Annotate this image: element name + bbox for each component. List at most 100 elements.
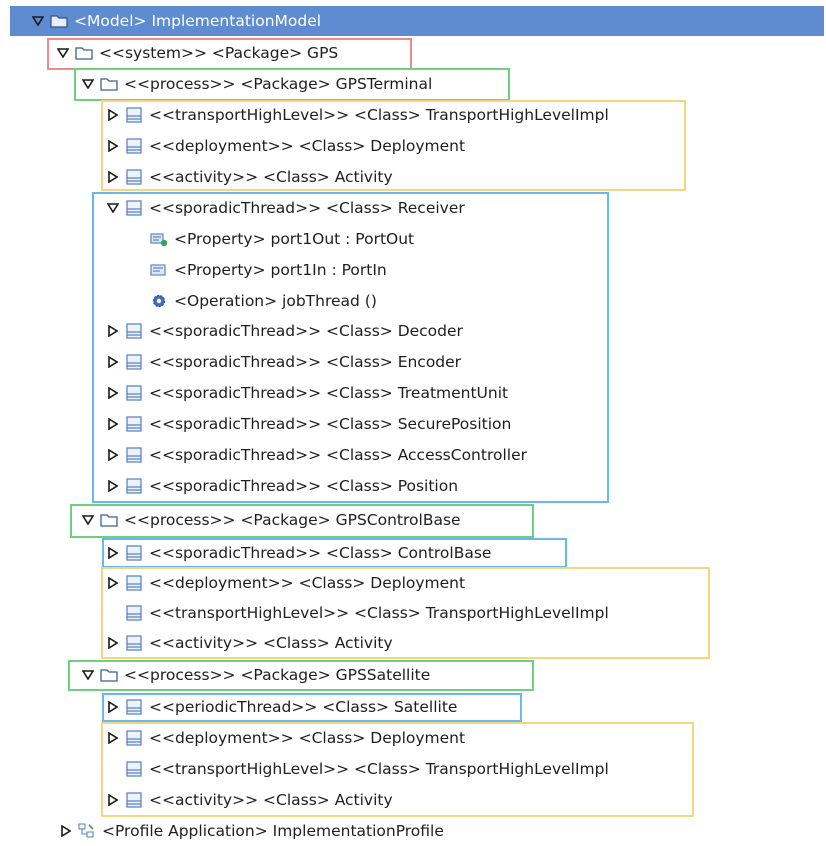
class-icon	[125, 416, 143, 432]
tree-item-class-activity-terminal[interactable]: <<activity>> <Class> Activity	[105, 162, 393, 192]
tree-item-label: <<transportHighLevel>> <Class> Transport…	[149, 604, 609, 622]
class-icon	[125, 200, 143, 216]
tree-item-label: <Operation> jobThread ()	[174, 292, 377, 310]
class-icon	[125, 792, 143, 808]
tree-item-class-transport-satellite[interactable]: <<transportHighLevel>> <Class> Transport…	[105, 754, 609, 784]
collapse-arrow-icon[interactable]	[80, 512, 96, 528]
expand-arrow-icon[interactable]	[105, 447, 121, 463]
expand-arrow-icon[interactable]	[105, 478, 121, 494]
tree-item-profile-application[interactable]: <Profile Application> ImplementationProf…	[58, 816, 444, 846]
tree-item-package-gpscontrolbase[interactable]: <<process>> <Package> GPSControlBase	[80, 505, 461, 535]
property-in-icon	[150, 262, 168, 278]
expand-arrow-icon[interactable]	[105, 354, 121, 370]
tree-item-label: <<sporadicThread>> <Class> SecurePositio…	[149, 415, 512, 433]
tree-item-class-satellite[interactable]: <<periodicThread>> <Class> Satellite	[105, 692, 457, 722]
tree-item-label: <<sporadicThread>> <Class> Position	[149, 477, 459, 495]
tree-item-package-gps[interactable]: <<system>> <Package> GPS	[55, 38, 338, 68]
expand-arrow-icon[interactable]	[105, 699, 121, 715]
class-icon	[125, 575, 143, 591]
tree-item-label: <<deployment>> <Class> Deployment	[149, 729, 466, 747]
tree-item-class-encoder[interactable]: <<sporadicThread>> <Class> Encoder	[105, 347, 461, 377]
tree-item-label: <<sporadicThread>> <Class> Decoder	[149, 322, 463, 340]
folder-icon	[75, 45, 93, 61]
class-icon	[125, 605, 143, 621]
class-icon	[125, 730, 143, 746]
profile-application-icon	[78, 823, 96, 839]
class-icon	[125, 323, 143, 339]
tree-item-class-transport-terminal[interactable]: <<transportHighLevel>> <Class> Transport…	[105, 100, 609, 130]
model-folder-icon	[50, 13, 68, 29]
tree-item-label: <<sporadicThread>> <Class> ControlBase	[149, 544, 492, 562]
class-icon	[125, 385, 143, 401]
tree-item-operation-jobthread[interactable]: <Operation> jobThread ()	[130, 286, 377, 316]
class-icon	[125, 699, 143, 715]
tree-item-label: <<deployment>> <Class> Deployment	[149, 574, 466, 592]
class-icon	[125, 761, 143, 777]
tree-item-class-secureposition[interactable]: <<sporadicThread>> <Class> SecurePositio…	[105, 409, 511, 439]
tree-item-property-port1out[interactable]: <Property> port1Out : PortOut	[130, 224, 414, 254]
expand-arrow-icon[interactable]	[105, 138, 121, 154]
tree-item-package-gpssatellite[interactable]: <<process>> <Package> GPSSatellite	[80, 660, 430, 690]
tree-item-class-position[interactable]: <<sporadicThread>> <Class> Position	[105, 471, 458, 501]
class-icon	[125, 138, 143, 154]
tree-item-label: <<sporadicThread>> <Class> AccessControl…	[149, 446, 527, 464]
class-icon	[125, 354, 143, 370]
class-icon	[125, 478, 143, 494]
tree-item-class-receiver[interactable]: <<sporadicThread>> <Class> Receiver	[105, 193, 465, 223]
tree-item-label: <Property> port1Out : PortOut	[174, 230, 415, 248]
expand-arrow-icon[interactable]	[105, 416, 121, 432]
tree-item-class-controlbase[interactable]: <<sporadicThread>> <Class> ControlBase	[105, 538, 491, 568]
expand-arrow-icon[interactable]	[105, 635, 121, 651]
tree-item-class-deployment-satellite[interactable]: <<deployment>> <Class> Deployment	[105, 723, 465, 753]
expand-arrow-icon[interactable]	[30, 13, 46, 29]
tree-item-label: <<sporadicThread>> <Class> Receiver	[149, 199, 465, 217]
class-icon	[125, 545, 143, 561]
model-header-label: <Model> ImplementationModel	[74, 12, 322, 30]
class-icon	[125, 107, 143, 123]
collapse-arrow-icon[interactable]	[105, 200, 121, 216]
class-icon	[125, 447, 143, 463]
class-icon	[125, 635, 143, 651]
tree-item-label: <<activity>> <Class> Activity	[149, 791, 393, 809]
collapse-arrow-icon[interactable]	[80, 667, 96, 683]
tree-item-label: <<system>> <Package> GPS	[99, 44, 339, 62]
tree-item-label: <<periodicThread>> <Class> Satellite	[149, 698, 458, 716]
tree-item-label: <<sporadicThread>> <Class> TreatmentUnit	[149, 384, 509, 402]
operation-gear-icon	[150, 293, 168, 309]
tree-item-class-treatmentunit[interactable]: <<sporadicThread>> <Class> TreatmentUnit	[105, 378, 508, 408]
tree-item-label: <<deployment>> <Class> Deployment	[149, 137, 466, 155]
tree-item-class-deployment-controlbase[interactable]: <<deployment>> <Class> Deployment	[105, 568, 465, 598]
collapse-arrow-icon[interactable]	[80, 76, 96, 92]
folder-icon	[100, 667, 118, 683]
tree-item-label: <<activity>> <Class> Activity	[149, 168, 393, 186]
tree-item-class-activity-satellite[interactable]: <<activity>> <Class> Activity	[105, 785, 393, 815]
expand-arrow-icon[interactable]	[58, 823, 74, 839]
property-out-icon	[150, 231, 168, 247]
tree-item-label: <<transportHighLevel>> <Class> Transport…	[149, 106, 609, 124]
tree-item-class-activity-controlbase[interactable]: <<activity>> <Class> Activity	[105, 628, 393, 658]
tree-item-class-transport-controlbase[interactable]: <<transportHighLevel>> <Class> Transport…	[105, 598, 609, 628]
expand-arrow-icon[interactable]	[105, 323, 121, 339]
tree-item-class-decoder[interactable]: <<sporadicThread>> <Class> Decoder	[105, 316, 463, 346]
tree-item-property-port1in[interactable]: <Property> port1In : PortIn	[130, 255, 387, 285]
expand-arrow-icon[interactable]	[105, 107, 121, 123]
tree-item-label: <<process>> <Package> GPSTerminal	[124, 75, 433, 93]
expand-arrow-icon[interactable]	[105, 575, 121, 591]
expand-arrow-icon[interactable]	[105, 792, 121, 808]
expand-arrow-icon[interactable]	[105, 545, 121, 561]
tree-item-class-deployment-terminal[interactable]: <<deployment>> <Class> Deployment	[105, 131, 465, 161]
expand-arrow-icon[interactable]	[105, 730, 121, 746]
tree-item-model-root[interactable]: <Model> ImplementationModel	[30, 6, 321, 36]
class-icon	[125, 169, 143, 185]
tree-item-class-accesscontroller[interactable]: <<sporadicThread>> <Class> AccessControl…	[105, 440, 527, 470]
tree-item-package-gpsterminal[interactable]: <<process>> <Package> GPSTerminal	[80, 69, 432, 99]
expand-arrow-icon[interactable]	[105, 385, 121, 401]
tree-item-label: <<process>> <Package> GPSControlBase	[124, 511, 461, 529]
tree-item-label: <<transportHighLevel>> <Class> Transport…	[149, 760, 609, 778]
collapse-arrow-icon[interactable]	[55, 45, 71, 61]
folder-icon	[100, 512, 118, 528]
expand-arrow-icon[interactable]	[105, 169, 121, 185]
tree-item-label: <Profile Application> ImplementationProf…	[102, 822, 444, 840]
tree-item-label: <<sporadicThread>> <Class> Encoder	[149, 353, 462, 371]
folder-icon	[100, 76, 118, 92]
